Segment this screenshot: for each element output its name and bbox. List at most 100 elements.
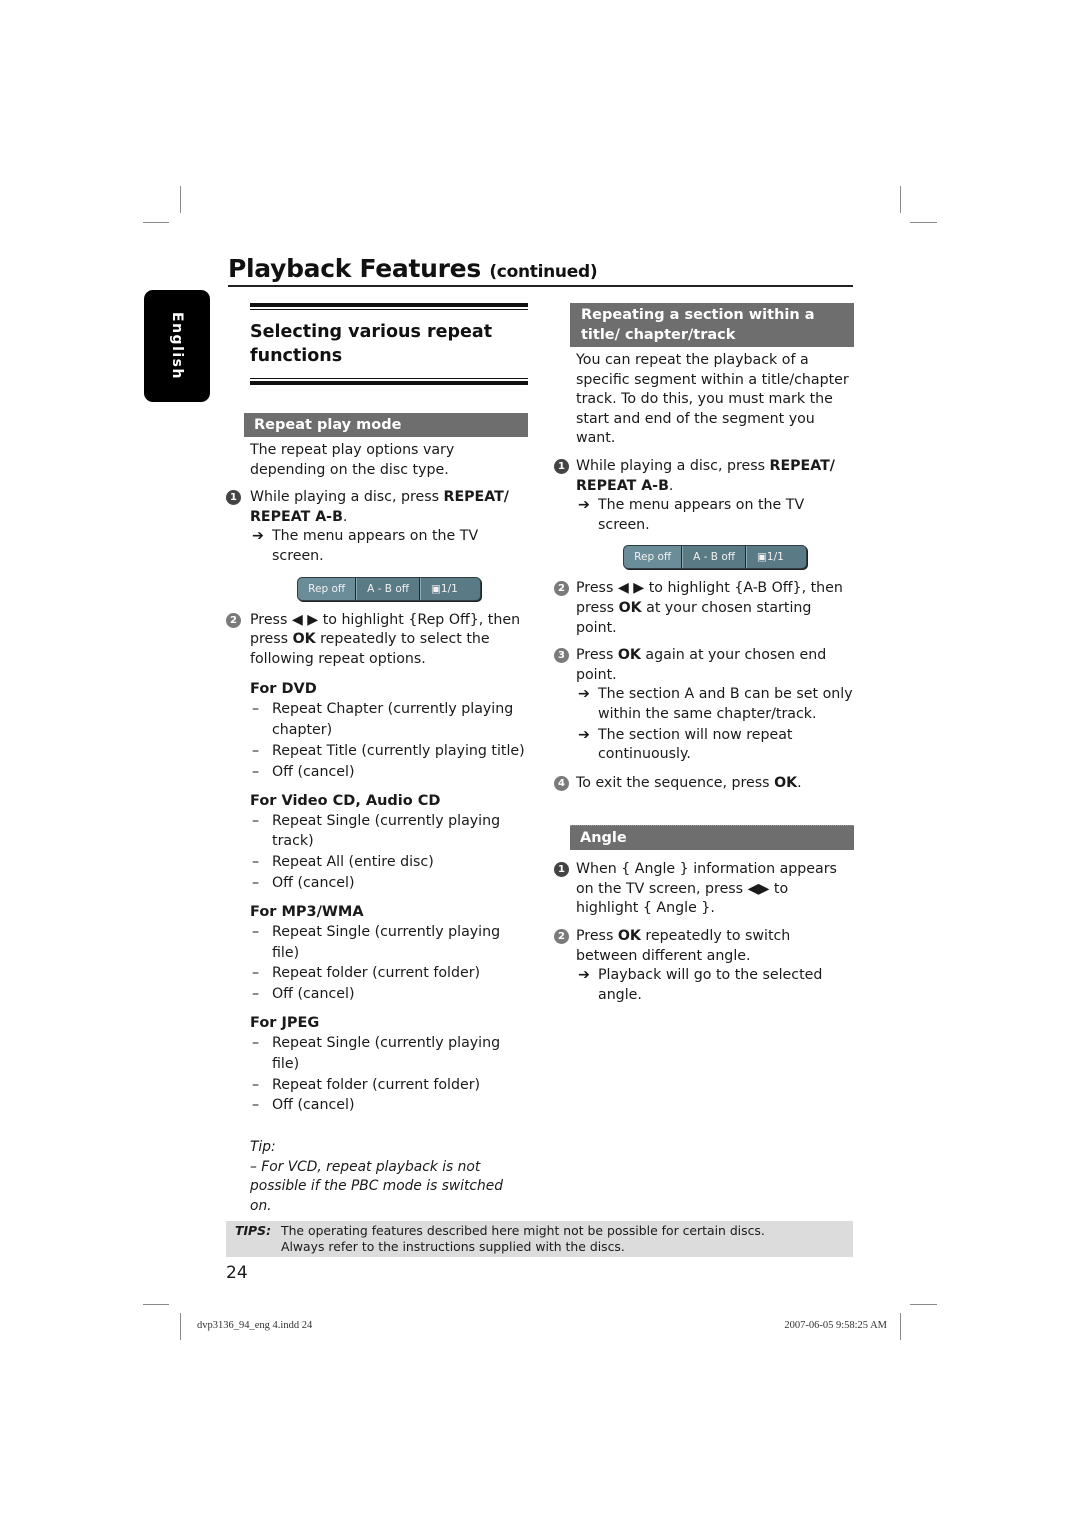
repeat-options-groups: For DVD – Repeat Chapter (currently playin… xyxy=(226,679,528,1116)
camera-angle-icon: ▣ xyxy=(430,582,441,595)
list-item: – Repeat Single (currently playing track) xyxy=(252,812,501,850)
angle-step-2-result: ➔ Playback will go to the selected angle… xyxy=(578,967,823,1003)
ab-intro-text: You can repeat the playback of a specifi… xyxy=(576,352,849,447)
list-item: – Repeat Chapter (currently playing chapt… xyxy=(252,701,514,739)
dash-bullet: – xyxy=(252,1097,260,1114)
left-column: Selecting various repeat functions Repea… xyxy=(226,303,528,1216)
dash-bullet: – xyxy=(252,1076,260,1093)
list-item: – Repeat folder (current folder) xyxy=(250,963,528,984)
step-number-icon: 2 xyxy=(226,612,241,628)
group-heading: For JPEG xyxy=(250,1014,320,1031)
dash-bullet: – xyxy=(252,742,260,759)
subsection-bar-angle: Angle xyxy=(570,825,854,851)
dash-bullet: – xyxy=(252,812,260,829)
arrow-icon: ➔ xyxy=(252,528,264,545)
ab-step-3: 3 Press OK again at your chosen end poin… xyxy=(554,646,854,685)
section-heading: Selecting various repeat functions xyxy=(250,322,493,366)
step-2: 2 Press ◀ ▶ to highlight {Rep Off}, then… xyxy=(226,611,528,670)
step-number-icon: 2 xyxy=(554,581,569,597)
tip: Tip: – For VCD, repeat playback is not p… xyxy=(226,1138,528,1216)
list-item: – Repeat All (entire disc) xyxy=(250,852,528,873)
crop-mark xyxy=(180,186,181,213)
step-1: 1 While playing a disc, press REPEAT/ RE… xyxy=(226,488,528,527)
tips-body: The operating features described here mi… xyxy=(281,1223,765,1254)
page-number: 24 xyxy=(226,1263,248,1283)
tip-label: Tip: xyxy=(250,1139,276,1156)
osd-angle: ▣1/1 xyxy=(419,577,480,600)
step-number-icon: 1 xyxy=(226,490,241,506)
crop-mark xyxy=(910,222,937,223)
osd-rep-off: Rep off xyxy=(298,577,357,600)
dash-bullet: – xyxy=(252,965,260,982)
angle-step-2: 2 Press OK repeatedly to switch between … xyxy=(554,927,854,966)
step-number-icon: 4 xyxy=(554,775,569,791)
tips-label: TIPS: xyxy=(235,1223,272,1238)
ab-step-4: 4 To exit the sequence, press OK. xyxy=(554,774,854,794)
osd-ab-off: A - B off xyxy=(356,577,420,600)
page-title-main: Playback Features xyxy=(228,254,481,283)
crop-mark xyxy=(180,1313,181,1340)
divider xyxy=(250,378,528,379)
osd-menu: Rep off A - B off ▣1/1 xyxy=(576,545,854,570)
camera-angle-icon: ▣ xyxy=(756,551,767,564)
list-item: – Repeat Single (currently playing file) xyxy=(252,1034,501,1072)
right-column: Repeating a section within a title/ chap… xyxy=(554,303,854,1005)
dash-bullet: – xyxy=(252,763,260,780)
osd-angle: ▣1/1 xyxy=(745,546,806,569)
ab-step-3-result-1: ➔ The section A and B can be set only wi… xyxy=(578,686,853,722)
osd-rep-off: Rep off xyxy=(624,546,683,569)
list-item: – Off (cancel) xyxy=(250,762,528,783)
dash-bullet: – xyxy=(252,874,260,891)
list-item: – Repeat Single (currently playing file) xyxy=(252,923,501,961)
intro-text: The repeat play options vary depending o… xyxy=(250,442,455,478)
dash-bullet: – xyxy=(252,1034,260,1051)
crop-mark xyxy=(900,186,901,213)
arrow-icon: ➔ xyxy=(578,686,590,703)
divider xyxy=(250,381,528,385)
language-tab: English xyxy=(144,290,210,402)
tip-text: – For VCD, repeat playback is not possib… xyxy=(250,1158,503,1214)
step-number-icon: 1 xyxy=(554,458,569,474)
crop-mark xyxy=(143,222,169,223)
step-number-icon: 1 xyxy=(554,862,569,878)
dash-bullet: – xyxy=(252,923,260,940)
step-number-icon: 3 xyxy=(554,648,569,664)
list-item: – Repeat folder (current folder) xyxy=(250,1075,528,1096)
slug-filename: dvp3136_94_eng 4.indd 24 xyxy=(197,1320,313,1331)
group-heading: For Video CD, Audio CD xyxy=(250,792,441,809)
ab-step-3-result-2: ➔ The section will now repeat continuous… xyxy=(578,726,793,763)
step-number-icon: 2 xyxy=(554,929,569,945)
osd-menu: Rep off A - B off ▣1/1 xyxy=(250,576,528,601)
group-heading: For MP3/WMA xyxy=(250,903,364,920)
osd-bar: Rep off A - B off ▣1/1 xyxy=(623,545,807,570)
crop-mark xyxy=(143,1304,169,1305)
ab-step-1-result: ➔ The menu appears on the TV screen. xyxy=(578,497,805,533)
language-label: English xyxy=(169,312,185,380)
arrow-icon: ➔ xyxy=(578,497,590,514)
crop-mark xyxy=(910,1304,937,1305)
osd-bar: Rep off A - B off ▣1/1 xyxy=(297,576,481,601)
arrow-icon: ➔ xyxy=(578,967,590,984)
page-title-suffix: (continued) xyxy=(489,262,598,282)
page-title: Playback Features (continued) xyxy=(228,254,853,287)
dash-bullet: – xyxy=(252,701,260,718)
group-heading: For DVD xyxy=(250,681,317,698)
slug-timestamp: 2007-06-05 9:58:25 AM xyxy=(784,1320,887,1331)
list-item: – Repeat Title (currently playing title) xyxy=(250,741,528,762)
section-title-block: Selecting various repeat functions xyxy=(250,303,528,385)
tips-box: TIPS: The operating features described h… xyxy=(226,1221,853,1257)
subsection-bar-ab-repeat: Repeating a section within a title/ chap… xyxy=(570,303,854,347)
subsection-bar-repeat-play-mode: Repeat play mode xyxy=(244,413,528,437)
osd-ab-off: A - B off xyxy=(682,546,746,569)
list-item: – Off (cancel) xyxy=(250,1095,528,1116)
ab-step-1: 1 While playing a disc, press REPEAT/ RE… xyxy=(554,457,854,496)
dash-bullet: – xyxy=(252,854,260,871)
list-item: – Off (cancel) xyxy=(250,984,528,1005)
divider xyxy=(250,303,528,307)
angle-step-1: 1 When { Angle } information appears on … xyxy=(554,860,854,919)
list-item: – Off (cancel) xyxy=(250,873,528,894)
arrow-icon: ➔ xyxy=(578,726,590,743)
crop-mark xyxy=(900,1313,901,1340)
dash-bullet: – xyxy=(252,986,260,1003)
ab-step-2: 2 Press ◀ ▶ to highlight {A-B Off}, then… xyxy=(554,579,854,638)
